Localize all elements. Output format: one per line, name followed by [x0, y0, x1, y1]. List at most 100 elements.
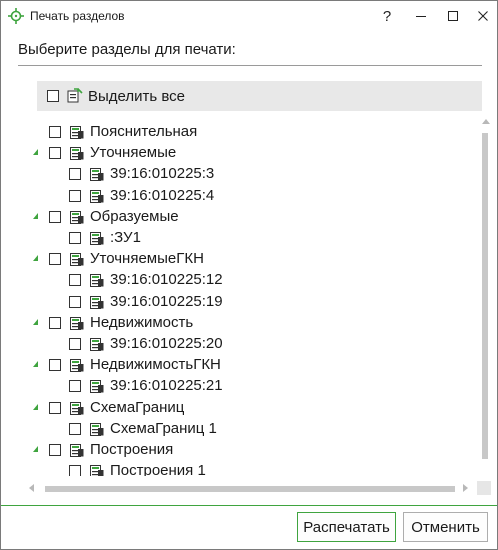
section-icon	[90, 232, 104, 250]
close-button[interactable]	[467, 1, 498, 31]
tree-item-checkbox[interactable]	[69, 422, 81, 435]
section-icon	[70, 126, 84, 144]
tree-item-label: 39:16:010225:21	[110, 377, 223, 395]
title-bar[interactable]: Печать разделов ?	[1, 1, 497, 31]
print-sections-dialog: Печать разделов ? Выберите разделы для п…	[0, 0, 498, 550]
tree-item-checkbox[interactable]	[49, 401, 61, 414]
tree-item[interactable]: СхемаГраниц 1	[19, 419, 477, 440]
tree-item-label: :ЗУ1	[110, 229, 141, 246]
maximize-icon	[448, 11, 458, 21]
select-all-row[interactable]: Выделить все	[37, 81, 482, 111]
tree-item-checkbox[interactable]	[69, 168, 81, 181]
tree-item[interactable]: УточняемыеГКН	[19, 249, 477, 270]
tree-item-label: СхемаГраниц	[90, 398, 185, 416]
expand-arrow-icon[interactable]	[33, 149, 38, 156]
tree-item[interactable]: Образуемые	[19, 207, 477, 228]
horizontal-scrollbar[interactable]	[19, 481, 477, 495]
footer-divider	[1, 505, 497, 506]
section-icon	[90, 465, 104, 476]
tree-item-checkbox[interactable]	[69, 232, 81, 244]
tree-item[interactable]: Уточняемые	[19, 143, 477, 164]
tree-item[interactable]: 39:16:010225:19	[19, 292, 477, 313]
section-icon	[90, 338, 104, 356]
tree-item-label: Построения 1	[110, 462, 206, 476]
section-icon	[90, 168, 104, 186]
tree-item-checkbox[interactable]	[69, 380, 81, 393]
expand-arrow-icon[interactable]	[33, 255, 38, 262]
tree-item[interactable]: НедвижимостьГКН	[19, 355, 477, 376]
tree-item-label: Построения	[90, 441, 174, 458]
section-icon	[70, 316, 84, 335]
tree-item[interactable]: 39:16:010225:3	[19, 164, 477, 185]
print-button[interactable]: Распечатать	[297, 512, 396, 542]
close-icon	[478, 11, 488, 21]
tree-item-label: НедвижимостьГКН	[90, 356, 221, 374]
tree-item-label: СхемаГраниц 1	[110, 419, 217, 437]
select-all-checkbox[interactable]	[47, 90, 59, 102]
scrollbar-corner	[477, 481, 491, 495]
tree-item[interactable]: СхемаГраниц	[19, 398, 477, 419]
tree-item-label: 39:16:010225:20	[110, 335, 223, 352]
tree-item[interactable]: 39:16:010225:12	[19, 270, 477, 291]
tree-item-checkbox[interactable]	[49, 359, 61, 372]
tree-item-label: УточняемыеГКН	[90, 250, 204, 268]
section-icon	[70, 359, 84, 377]
select-all-label: Выделить все	[88, 88, 186, 105]
expand-arrow-icon[interactable]	[33, 446, 38, 452]
dialog-prompt: Выберите разделы для печати:	[18, 41, 236, 58]
horizontal-scroll-thumb[interactable]	[45, 486, 455, 492]
expand-arrow-icon[interactable]	[33, 361, 38, 368]
expand-arrow-icon[interactable]	[33, 212, 38, 219]
help-button[interactable]: ?	[371, 1, 403, 31]
section-icon	[70, 210, 84, 229]
tree-item-checkbox[interactable]	[69, 189, 81, 202]
expand-arrow-icon[interactable]	[33, 403, 38, 410]
tree-item-label: 39:16:010225:3	[110, 165, 215, 183]
prompt-divider	[18, 65, 482, 66]
tree-item-checkbox[interactable]	[49, 126, 61, 138]
minimize-button[interactable]	[405, 1, 437, 31]
tree-item-label: Уточняемые	[90, 144, 177, 162]
tree-item-label: Пояснительная	[90, 123, 198, 140]
scroll-up-arrow-icon[interactable]	[482, 119, 490, 124]
window-title: Печать разделов	[30, 9, 125, 23]
tree-item-checkbox[interactable]	[49, 316, 61, 329]
crosshair-app-icon	[8, 8, 24, 24]
tree-item-checkbox[interactable]	[69, 274, 81, 287]
tree-item-label: Образуемые	[90, 207, 179, 225]
scroll-left-arrow-icon[interactable]	[29, 484, 34, 492]
tree-item[interactable]: Пояснительная	[19, 122, 477, 143]
tree-item-checkbox[interactable]	[69, 338, 81, 350]
tree-item-checkbox[interactable]	[49, 444, 61, 456]
tree-item-checkbox[interactable]	[49, 253, 61, 266]
tree-item-label: 39:16:010225:12	[110, 271, 223, 289]
vertical-scrollbar[interactable]	[479, 117, 493, 477]
tree-item[interactable]: Недвижимость	[19, 313, 477, 334]
vertical-scroll-thumb[interactable]	[482, 133, 488, 459]
tree-item[interactable]: 39:16:010225:20	[19, 334, 477, 355]
cancel-button[interactable]: Отменить	[403, 512, 488, 542]
section-icon	[70, 401, 84, 420]
tree-item-checkbox[interactable]	[69, 465, 81, 476]
minimize-icon	[416, 16, 426, 17]
tree-item[interactable]: 39:16:010225:21	[19, 376, 477, 397]
tree-item-label: 39:16:010225:4	[110, 186, 215, 204]
section-icon	[70, 253, 84, 271]
expand-arrow-icon[interactable]	[33, 318, 38, 325]
sections-tree[interactable]: Пояснительная Уточняемые 39:16:010225:3 39:…	[19, 117, 477, 476]
section-icon	[90, 422, 104, 441]
section-icon	[90, 274, 104, 292]
maximize-button[interactable]	[437, 1, 469, 31]
section-icon	[90, 380, 104, 398]
tree-item[interactable]: 39:16:010225:4	[19, 186, 477, 207]
tree-item[interactable]: Построения	[19, 440, 477, 461]
tree-item[interactable]: :ЗУ1	[19, 228, 477, 249]
tree-item-checkbox[interactable]	[69, 295, 81, 308]
tree-item-label: Недвижимость	[90, 313, 194, 331]
scroll-right-arrow-icon[interactable]	[463, 484, 468, 492]
tree-item[interactable]: Построения 1	[19, 461, 477, 476]
tree-item-checkbox[interactable]	[49, 210, 61, 223]
tree-item-label: 39:16:010225:19	[110, 292, 223, 310]
select-all-icon	[67, 88, 83, 109]
tree-item-checkbox[interactable]	[49, 147, 61, 160]
